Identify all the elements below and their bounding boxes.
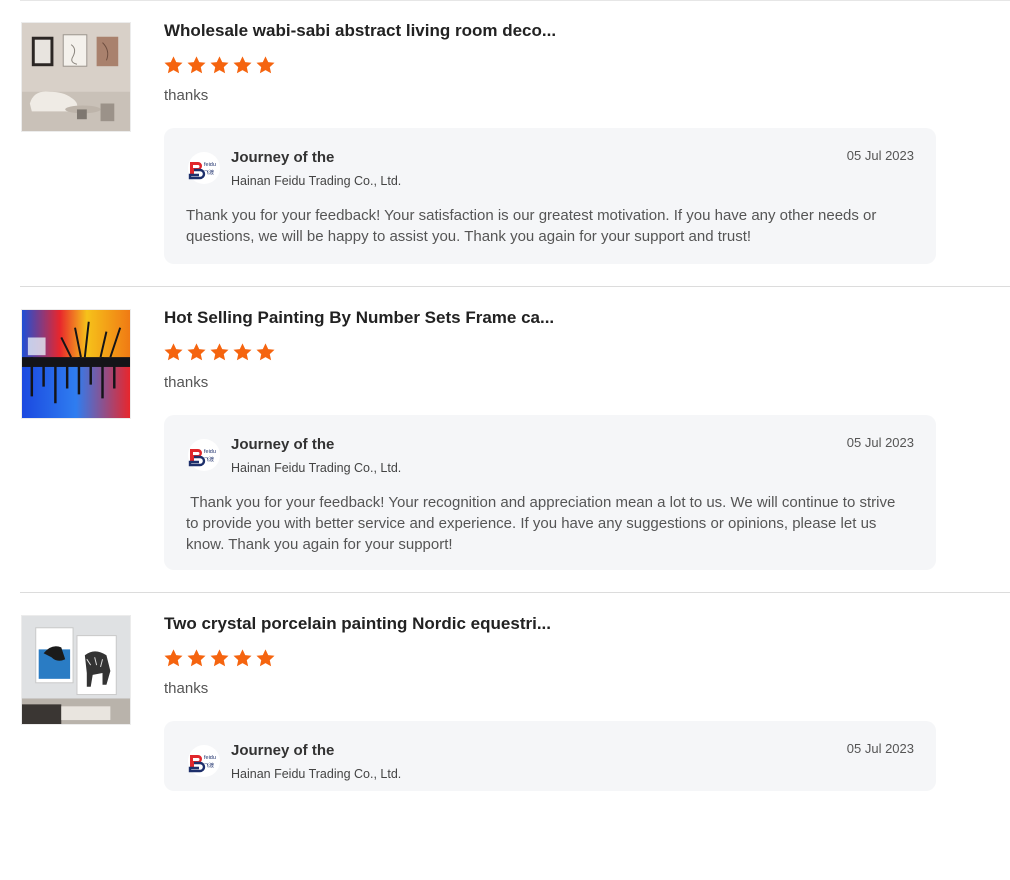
star-rating (163, 342, 276, 363)
star-rating (163, 648, 276, 669)
star-icon (233, 56, 252, 74)
star-icon (256, 649, 275, 667)
product-title[interactable]: Two crystal porcelain painting Nordic eq… (164, 614, 551, 634)
reply-company: Hainan Feidu Trading Co., Ltd. (231, 174, 402, 188)
star-rating (163, 55, 276, 76)
reply-date: 05 Jul 2023 (846, 741, 914, 756)
review-comment: thanks (164, 680, 209, 697)
star-icon (187, 343, 206, 361)
reply-author-name: Journey of the (231, 149, 335, 166)
reply-author-name: Journey of the (231, 742, 335, 759)
seller-reply: feidu 飞渡 Journey of the Hainan Feidu Tra… (164, 415, 936, 570)
product-thumbnail[interactable] (21, 615, 131, 725)
star-icon (210, 56, 229, 74)
review-comment: thanks (164, 374, 209, 391)
logo-brand-text: feidu (204, 449, 216, 455)
product-image-wabi-sabi (22, 23, 130, 131)
seller-logo-icon: feidu 飞渡 (188, 439, 220, 471)
product-thumbnail[interactable] (21, 309, 131, 419)
star-icon (164, 56, 183, 74)
reply-text: Thank you for your feedback! Your recogn… (186, 494, 900, 553)
seller-logo-icon: feidu 飞渡 (188, 745, 220, 777)
logo-brand-text: feidu (204, 162, 216, 168)
review-item: Two crystal porcelain painting Nordic eq… (0, 593, 1010, 880)
logo-brand-sub: 飞渡 (204, 456, 214, 463)
star-icon (233, 343, 252, 361)
star-icon (210, 649, 229, 667)
star-icon (233, 649, 252, 667)
product-title[interactable]: Hot Selling Painting By Number Sets Fram… (164, 308, 554, 328)
seller-reply: feidu 飞渡 Journey of the Hainan Feidu Tra… (164, 128, 936, 264)
review-item: Wholesale wabi-sabi abstract living room… (0, 0, 1010, 287)
review-item: Hot Selling Painting By Number Sets Fram… (0, 287, 1010, 593)
logo-brand-sub: 飞渡 (204, 762, 214, 769)
reply-author-name: Journey of the (231, 436, 335, 453)
product-title[interactable]: Wholesale wabi-sabi abstract living room… (164, 21, 556, 41)
reply-company: Hainan Feidu Trading Co., Ltd. (231, 767, 402, 781)
reply-company: Hainan Feidu Trading Co., Ltd. (231, 461, 402, 475)
product-thumbnail[interactable] (21, 22, 131, 132)
product-image-colorful-painting (22, 310, 130, 418)
review-comment: thanks (164, 87, 209, 104)
logo-brand-text: feidu (204, 755, 216, 761)
star-icon (164, 343, 183, 361)
star-icon (256, 56, 275, 74)
reply-text: Thank you for your feedback! Your satisf… (186, 207, 877, 245)
reply-date: 05 Jul 2023 (846, 148, 914, 163)
star-icon (256, 343, 275, 361)
star-icon (187, 649, 206, 667)
seller-reply: feidu 飞渡 Journey of the Hainan Feidu Tra… (164, 721, 936, 791)
star-icon (164, 649, 183, 667)
star-icon (187, 56, 206, 74)
logo-brand-sub: 飞渡 (204, 169, 214, 176)
reply-date: 05 Jul 2023 (846, 435, 914, 450)
product-image-equestrian-painting (22, 616, 130, 724)
star-icon (210, 343, 229, 361)
seller-logo-icon: feidu 飞渡 (188, 152, 220, 184)
